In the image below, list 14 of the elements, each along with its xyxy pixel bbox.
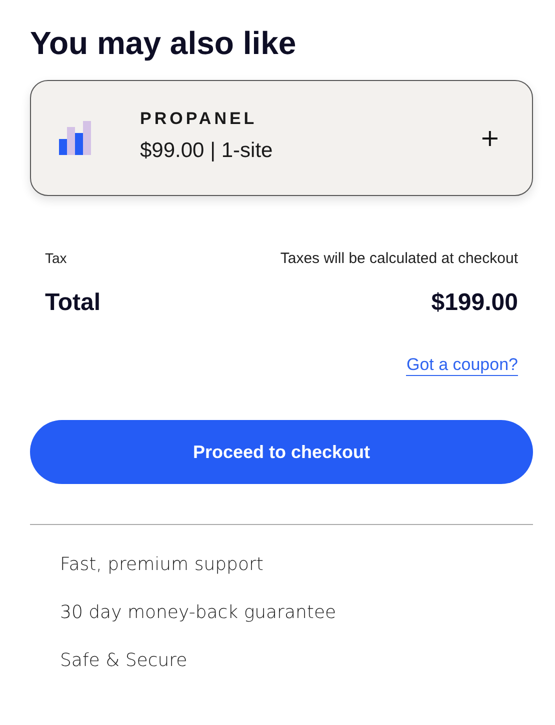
product-name: PROPANEL [140, 109, 258, 129]
tax-value: Taxes will be calculated at checkout [280, 250, 518, 267]
feature-text: Fast, premium support [60, 553, 264, 577]
tax-label: Tax [45, 250, 67, 266]
feature-text: 30 day money-back guarantee [60, 601, 338, 625]
total-value: $199.00 [431, 289, 518, 317]
add-button[interactable]: + [478, 126, 502, 150]
section-heading: You may also like [30, 24, 298, 63]
product-price: $99.00 | 1-site [140, 139, 274, 163]
bar-chart-icon [59, 121, 93, 155]
coupon-link[interactable]: Got a coupon? [406, 355, 518, 376]
total-label: Total [45, 289, 101, 317]
checkout-button[interactable]: Proceed to checkout [30, 420, 533, 484]
feature-text: Safe & Secure [60, 649, 188, 673]
